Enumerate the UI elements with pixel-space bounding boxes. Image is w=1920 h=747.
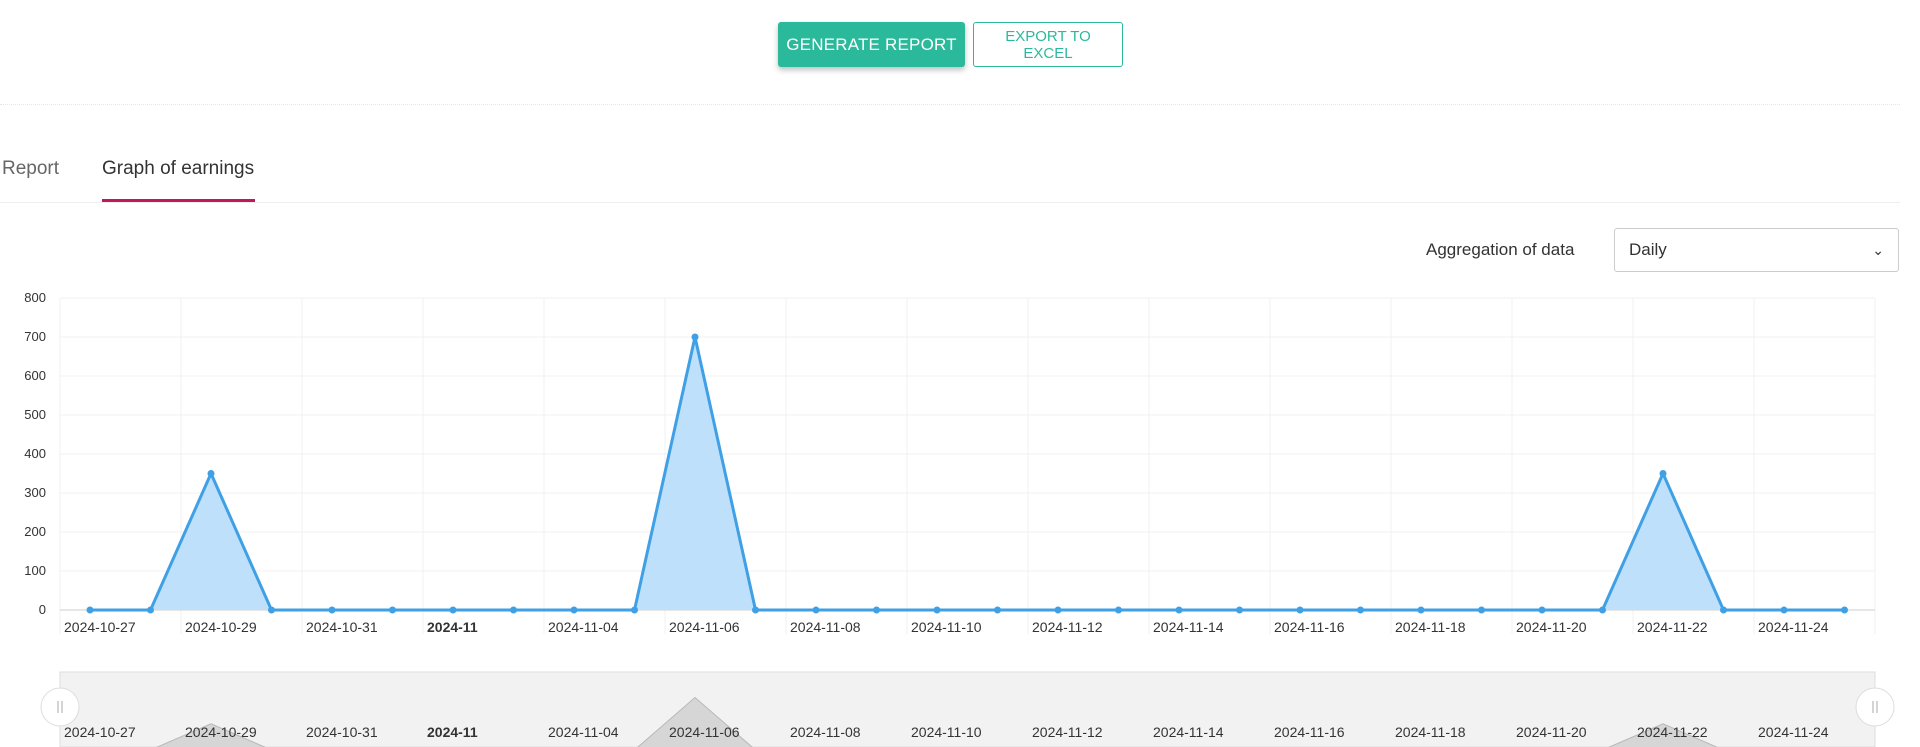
data-point [1175,606,1183,614]
data-point [873,606,880,614]
navigator-tick-label: 2024-10-31 [306,724,378,740]
x-tick-label: 2024-11-22 [1637,619,1708,635]
navigator-tick-label: 2024-11-12 [1032,724,1103,740]
data-point [1478,606,1485,614]
data-point [1236,606,1243,614]
data-point [631,606,638,614]
data-point [1296,606,1304,614]
navigator-tick-label: 2024-11-16 [1274,724,1345,740]
data-point [1417,606,1425,614]
data-point [1054,606,1062,614]
data-point [812,606,820,614]
data-point [207,470,215,477]
data-point [86,606,94,614]
navigator-tick-label: 2024-11-08 [790,724,861,740]
data-point [1841,606,1848,614]
x-tick-label: 2024-11-18 [1395,619,1466,635]
y-tick-label: 600 [24,368,46,383]
y-tick-label: 100 [24,563,46,578]
navigator-handle-right-circle [1855,687,1895,727]
earnings-chart: 01002003004005006007008002024-10-27 2024-… [24,290,1895,747]
navigator-tick-label: 2024-11-10 [911,724,982,740]
navigator-handle-left-circle [40,687,80,727]
navigator-tick-label: 2024-10-29 [185,724,257,740]
x-tick-label: 2024-11-12 [1032,619,1103,635]
x-tick-label: 2024-10-29 [185,619,257,635]
y-tick-label: 0 [39,602,46,617]
data-point [1780,606,1788,614]
data-point [268,606,275,614]
navigator-tick-label: 2024-11-06 [669,724,740,740]
data-point [328,606,336,614]
data-point [389,606,396,614]
y-tick-label: 300 [24,485,46,500]
x-tick-label: 2024-11 [427,619,478,635]
data-point [1659,470,1667,477]
y-tick-label: 400 [24,446,46,461]
navigator-tick-label: 2024-11-18 [1395,724,1466,740]
x-tick-label: 2024-11-14 [1153,619,1224,635]
x-tick-label: 2024-11-08 [790,619,861,635]
data-point [691,333,699,341]
data-point [449,606,457,614]
data-point [1115,606,1122,614]
data-point [1599,606,1606,614]
data-point [752,606,759,614]
navigator-handle-left[interactable] [40,687,80,727]
y-tick-label: 800 [24,290,46,305]
x-tick-label: 2024-11-10 [911,619,982,635]
navigator-tick-label: 2024-11-22 [1637,724,1708,740]
x-tick-label: 2024-10-27 [64,619,136,635]
data-point [570,606,578,614]
x-tick-label: 2024-11-16 [1274,619,1345,635]
data-point [1357,606,1364,614]
y-tick-label: 500 [24,407,46,422]
data-point [1720,606,1727,614]
x-tick-label: 2024-11-24 [1758,619,1829,635]
navigator-handle-right[interactable] [1855,687,1895,727]
navigator-tick-label: 2024-11 [427,724,478,740]
navigator-tick-label: 2024-11-04 [548,724,619,740]
navigator: 2024-10-27 2024-10-29 2024-10-31 2024-11 202… [40,671,1895,747]
x-tick-label: 2024-10-31 [306,619,378,635]
data-point [147,606,154,614]
data-point [510,606,517,614]
y-tick-label: 700 [24,329,46,344]
navigator-tick-label: 2024-11-14 [1153,724,1224,740]
data-point [1538,606,1546,614]
navigator-tick-label: 2024-11-24 [1758,724,1829,740]
y-tick-label: 200 [24,524,46,539]
navigator-tick-label: 2024-10-27 [64,724,136,740]
navigator-tick-label: 2024-11-20 [1516,724,1587,740]
x-tick-label: 2024-11-06 [669,619,740,635]
x-tick-label: 2024-11-04 [548,619,619,635]
page: GENERATE REPORT EXPORT TO EXCEL Report G… [0,0,1920,747]
data-point [994,606,1001,614]
x-tick-label: 2024-11-20 [1516,619,1587,635]
data-point [933,606,941,614]
